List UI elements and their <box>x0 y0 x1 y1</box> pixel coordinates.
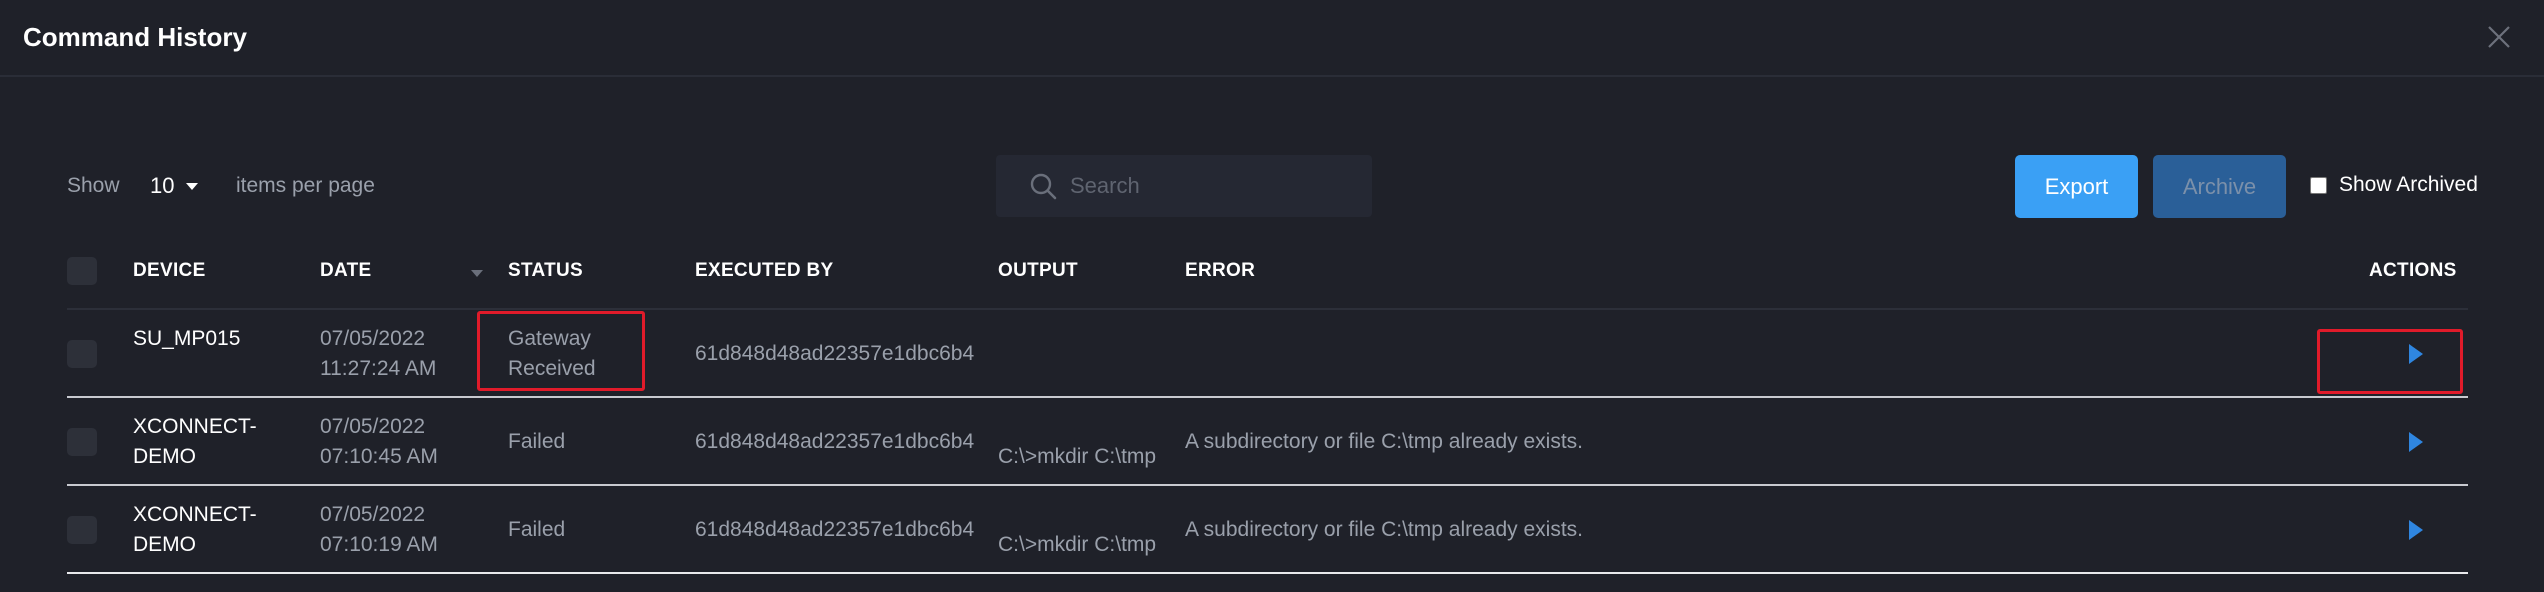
table-row[interactable]: XCONNECT- DEMO 07/05/2022 07:10:45 AM Fa… <box>67 398 2468 486</box>
error-cell: A subdirectory or file C:\tmp already ex… <box>1185 518 1583 541</box>
chevron-down-icon <box>186 182 199 190</box>
status-value: Failed <box>508 430 566 453</box>
search-box <box>996 155 1372 217</box>
executed-by-cell: 61d848d48ad22357e1dbc6b4 <box>695 342 975 365</box>
device-name-cont: DEMO <box>133 533 196 556</box>
status-cell: Failed <box>508 515 565 545</box>
executed-by-cell: 61d848d48ad22357e1dbc6b4 <box>695 430 975 453</box>
sort-desc-icon[interactable] <box>471 270 483 277</box>
time-value: 07:10:45 AM <box>320 445 438 468</box>
table-row[interactable]: XCONNECT- DEMO 07/05/2022 07:10:19 AM Fa… <box>67 486 2468 574</box>
command-history-modal: Command History Show 10 items per page E… <box>0 0 2544 592</box>
device-cell: SU_MP015 <box>133 324 240 354</box>
play-icon <box>2409 520 2423 540</box>
row-checkbox[interactable] <box>67 516 97 544</box>
header-executed-by[interactable]: EXECUTED BY <box>695 260 833 282</box>
run-command-button[interactable] <box>2403 430 2427 454</box>
status-value: Failed <box>508 518 566 541</box>
modal-title: Command History <box>23 22 247 52</box>
date-cell: 07/05/2022 11:27:24 AM <box>320 324 436 384</box>
archive-button[interactable]: Archive <box>2153 155 2286 218</box>
device-name-cont: DEMO <box>133 445 196 468</box>
export-button[interactable]: Export <box>2015 155 2138 218</box>
header-date[interactable]: DATE <box>320 260 372 282</box>
items-per-page-label: items per page <box>236 174 375 197</box>
close-icon[interactable] <box>2484 22 2514 52</box>
header-status[interactable]: STATUS <box>508 260 583 282</box>
header-device[interactable]: DEVICE <box>133 260 206 282</box>
play-icon <box>2409 344 2423 364</box>
device-name: XCONNECT- <box>133 503 257 526</box>
page-size-dropdown[interactable]: 10 <box>150 171 199 201</box>
time-value: 11:27:24 AM <box>320 357 437 380</box>
status-highlight-box <box>477 311 645 391</box>
table-row[interactable]: SU_MP015 07/05/2022 11:27:24 AM Gateway … <box>67 310 2468 398</box>
row-checkbox[interactable] <box>67 428 97 456</box>
header-error[interactable]: ERROR <box>1185 260 1255 282</box>
date-value: 07/05/2022 <box>320 415 426 438</box>
date-cell: 07/05/2022 07:10:45 AM <box>320 412 438 472</box>
show-archived-toggle[interactable]: Show Archived <box>2310 173 2478 197</box>
command-history-table: DEVICE DATE STATUS EXECUTED BY OUTPUT ER… <box>67 232 2468 574</box>
executed-by-cell: 61d848d48ad22357e1dbc6b4 <box>695 518 975 541</box>
row-checkbox[interactable] <box>67 340 97 368</box>
page-size-value: 10 <box>150 173 175 198</box>
play-icon <box>2409 432 2423 452</box>
device-name: SU_MP015 <box>133 327 241 350</box>
run-command-button[interactable] <box>2403 342 2427 366</box>
run-command-button[interactable] <box>2403 518 2427 542</box>
table-header: DEVICE DATE STATUS EXECUTED BY OUTPUT ER… <box>67 232 2468 310</box>
modal-header: Command History <box>0 0 2544 77</box>
status-cell: Failed <box>508 427 565 457</box>
date-value: 07/05/2022 <box>320 503 426 526</box>
action-highlight-box <box>2317 329 2463 394</box>
show-archived-label: Show Archived <box>2339 173 2478 196</box>
device-cell: XCONNECT- DEMO <box>133 412 257 472</box>
search-input[interactable] <box>1070 173 1350 199</box>
output-cell: C:\>mkdir C:\tmp <box>998 445 1157 468</box>
device-name: XCONNECT- <box>133 415 257 438</box>
date-cell: 07/05/2022 07:10:19 AM <box>320 500 438 560</box>
device-cell: XCONNECT- DEMO <box>133 500 257 560</box>
show-label: Show <box>67 174 120 197</box>
header-actions: ACTIONS <box>2369 260 2457 281</box>
error-cell: A subdirectory or file C:\tmp already ex… <box>1185 430 1583 453</box>
select-all-checkbox[interactable] <box>67 257 97 285</box>
date-value: 07/05/2022 <box>320 327 426 350</box>
time-value: 07:10:19 AM <box>320 533 438 556</box>
header-output[interactable]: OUTPUT <box>998 260 1078 282</box>
toolbar: Show 10 items per page Export Archive Sh… <box>0 153 2544 219</box>
show-archived-checkbox[interactable] <box>2310 176 2327 194</box>
search-icon <box>1030 173 1057 200</box>
output-cell: C:\>mkdir C:\tmp <box>998 533 1157 556</box>
